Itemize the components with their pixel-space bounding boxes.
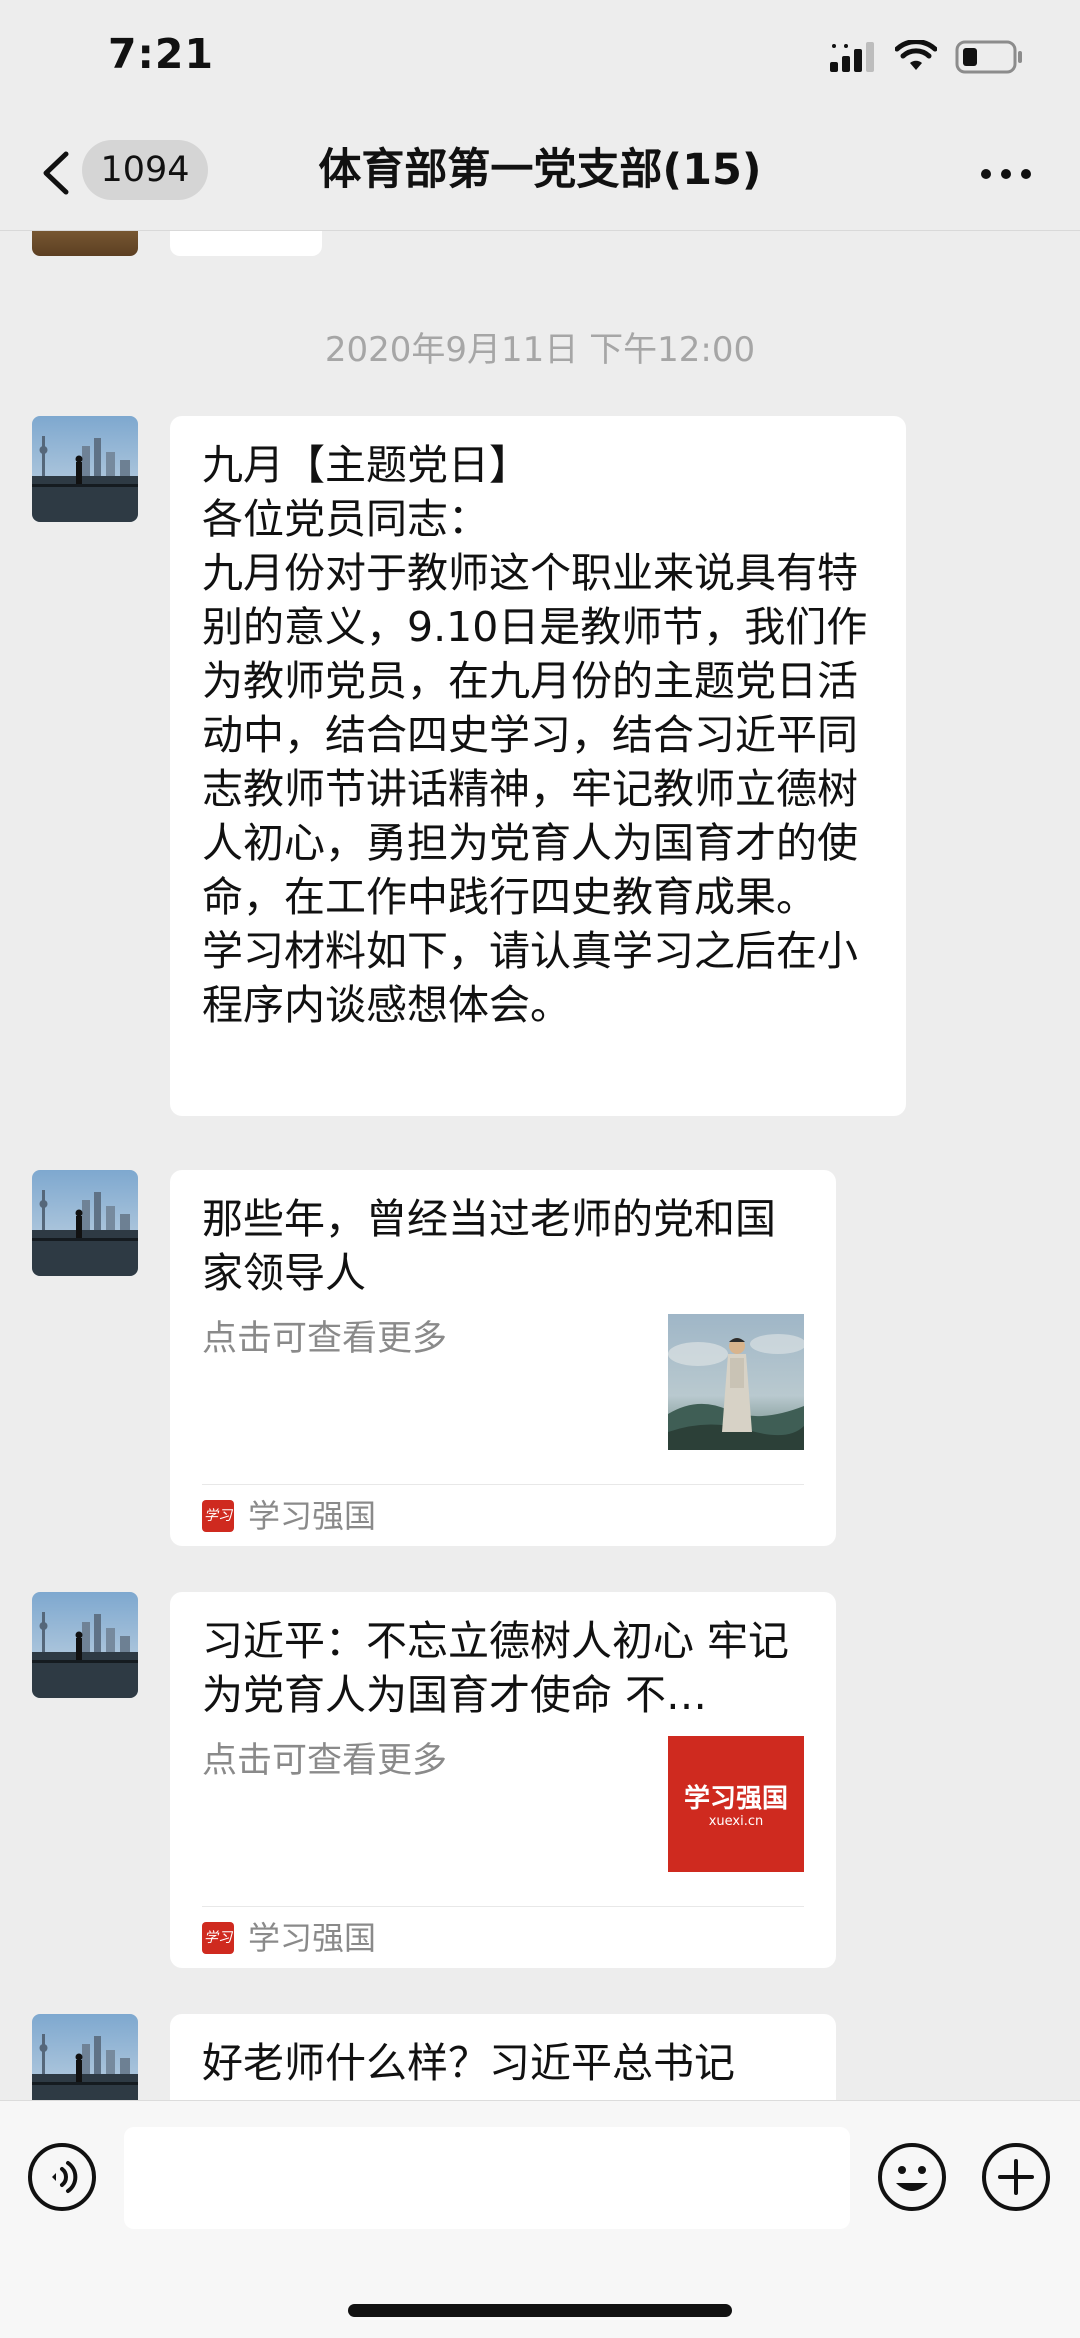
card-title: 习近平：不忘立德树人初心 牢记为党育人为国育才使命 不… (202, 1617, 790, 1719)
message-list[interactable]: 2020年9月11日 下午12:00 九月【主题党日】 各位党员同志： 九月份对… (0, 230, 1080, 2100)
sender-avatar[interactable] (32, 2014, 138, 2100)
emoji-icon[interactable] (876, 2141, 948, 2213)
message-text: 九月【主题党日】 各位党员同志： 九月份对于教师这个职业来说具有特别的意义，9.… (202, 441, 868, 1029)
voice-input-icon[interactable] (26, 2141, 98, 2213)
chat-header: 1094 体育部第一党支部(15) (0, 118, 1080, 231)
sender-avatar[interactable] (32, 1170, 138, 1276)
message-bubble[interactable]: 九月【主题党日】 各位党员同志： 九月份对于教师这个职业来说具有特别的意义，9.… (170, 416, 906, 1116)
card-divider (202, 1484, 804, 1485)
cellular-signal-icon (830, 42, 874, 72)
xuexi-logo-thumbnail: 学习强国 xuexi.cn (668, 1736, 804, 1872)
message-timestamp: 2020年9月11日 下午12:00 (324, 330, 756, 370)
message-input[interactable] (124, 2127, 850, 2229)
input-bar (0, 2100, 1080, 2338)
wifi-icon (895, 40, 937, 70)
previous-avatar (32, 230, 138, 256)
thumbnail-brand: 学习强国 (683, 1784, 788, 1814)
sender-avatar[interactable] (32, 1592, 138, 1698)
card-description: 点击可查看更多 (202, 1319, 448, 1359)
more-options-icon[interactable] (978, 166, 1034, 182)
status-time: 7:21 (108, 30, 214, 78)
more-functions-plus-icon[interactable] (980, 2141, 1052, 2213)
link-card[interactable]: 习近平：不忘立德树人初心 牢记为党育人为国育才使命 不… 点击可查看更多 学习强… (170, 1592, 836, 1968)
sender-avatar[interactable] (32, 416, 138, 522)
status-bar: 7:21 (0, 0, 1080, 118)
painting-thumbnail (668, 1314, 804, 1450)
unread-count-badge[interactable]: 1094 (82, 140, 208, 200)
previous-message-bubble (170, 230, 322, 256)
source-name: 学习强国 (248, 1497, 377, 1535)
xuexi-logo-icon: 学习 (202, 1500, 234, 1532)
thumbnail-url: xuexi.cn (708, 1814, 764, 1829)
card-title: 那些年，曾经当过老师的党和国家领导人 (202, 1195, 776, 1297)
home-indicator[interactable] (348, 2304, 732, 2317)
source-name: 学习强国 (248, 1919, 377, 1957)
chat-title: 体育部第一党支部(15) (318, 145, 762, 195)
back-chevron-icon[interactable] (36, 148, 76, 198)
card-divider (202, 1906, 804, 1907)
xuexi-logo-icon: 学习 (202, 1922, 234, 1954)
card-description: 点击可查看更多 (202, 1741, 448, 1781)
card-title: 好老师什么样？习近平总书记 (202, 2039, 735, 2087)
link-card[interactable]: 好老师什么样？习近平总书记 (170, 2014, 836, 2100)
link-card[interactable]: 那些年，曾经当过老师的党和国家领导人 点击可查看更多 学习 学习强国 (170, 1170, 836, 1546)
battery-icon (955, 40, 1022, 74)
